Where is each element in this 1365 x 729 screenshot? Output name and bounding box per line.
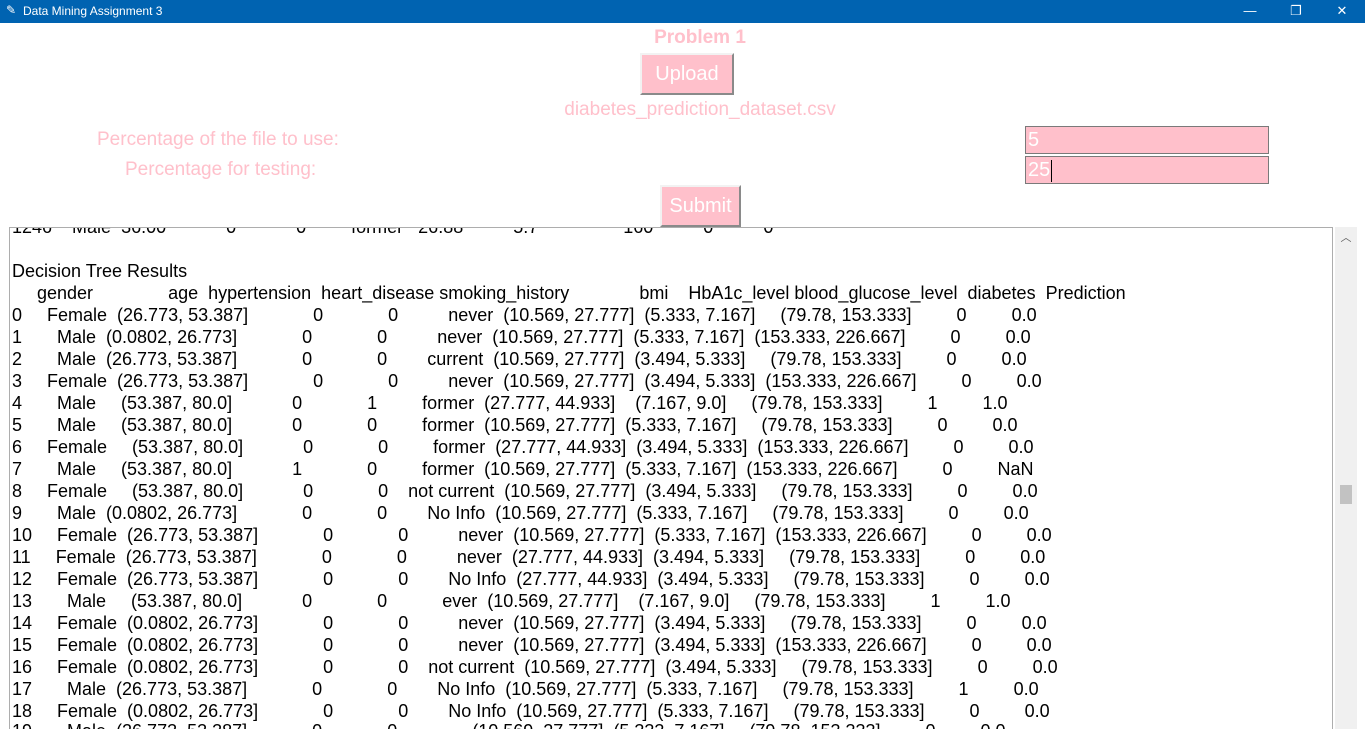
maximize-button[interactable]: ❐: [1273, 0, 1319, 23]
results-row: 2 Male (26.773, 53.387] 0 0 current (10.…: [12, 349, 1027, 369]
submit-button[interactable]: Submit: [660, 185, 741, 227]
scrollbar-thumb[interactable]: [1340, 485, 1352, 504]
feather-icon: ✎: [6, 3, 17, 17]
results-row: 7 Male (53.387, 80.0] 1 0 former (10.569…: [12, 459, 1034, 479]
results-row: 9 Male (0.0802, 26.773] 0 0 No Info (10.…: [12, 503, 1029, 523]
results-row: 14 Female (0.0802, 26.773] 0 0 never (10…: [12, 613, 1047, 633]
results-row: 18 Female (0.0802, 26.773] 0 0 No Info (…: [12, 701, 1050, 721]
file-percentage-input[interactable]: 5: [1025, 126, 1269, 154]
results-row: 11 Female (26.773, 53.387] 0 0 never (27…: [12, 547, 1046, 567]
file-percentage-value: 5: [1028, 129, 1040, 151]
results-row: 8 Female (53.387, 80.0] 0 0 not current …: [12, 481, 1038, 501]
vertical-scrollbar[interactable]: ︿: [1335, 227, 1357, 729]
partial-row-top: 1246 Male 36.00 0 0 former 26.88 5.7 160…: [12, 227, 774, 237]
results-row: 16 Female (0.0802, 26.773] 0 0 not curre…: [12, 657, 1058, 677]
problem-heading: Problem 1: [654, 27, 746, 48]
upload-file-button[interactable]: Upload File: [640, 53, 734, 123]
title-bar: ✎ Data Mining Assignment 3 — ❐ ✕: [0, 0, 1365, 23]
results-row: 17 Male (26.773, 53.387] 0 0 No Info (10…: [12, 679, 1039, 699]
minimize-button[interactable]: —: [1227, 0, 1273, 23]
results-textarea[interactable]: 1246 Male 36.00 0 0 former 26.88 5.7 160…: [9, 227, 1333, 729]
results-row: 5 Male (53.387, 80.0] 0 0 former (10.569…: [12, 415, 1018, 435]
close-button[interactable]: ✕: [1319, 0, 1365, 23]
test-percentage-value: 25: [1028, 159, 1051, 181]
results-row: 0 Female (26.773, 53.387] 0 0 never (10.…: [12, 305, 1037, 325]
test-percentage-label: Percentage for testing:: [125, 159, 317, 180]
test-percentage-input[interactable]: 25: [1025, 156, 1269, 184]
results-row: 15 Female (0.0802, 26.773] 0 0 never (10…: [12, 635, 1052, 655]
partial-row-bottom: 19 Male (26.773, 53.387] 0 0 (10.569, 27…: [12, 720, 1006, 729]
file-percentage-label: Percentage of the file to use:: [97, 129, 339, 150]
window-title: Data Mining Assignment 3: [23, 4, 163, 18]
filename-label: diabetes_prediction_dataset.csv: [564, 99, 836, 120]
results-lines: Decision Tree Results gender age hyperte…: [12, 238, 1332, 722]
results-header-row: gender age hypertension heart_disease sm…: [12, 283, 1126, 303]
scroll-up-arrow-icon[interactable]: ︿: [1335, 229, 1357, 245]
results-row: 3 Female (26.773, 53.387] 0 0 never (10.…: [12, 371, 1042, 391]
results-row: 13 Male (53.387, 80.0] 0 0 ever (10.569,…: [12, 591, 1011, 611]
results-title: Decision Tree Results: [12, 261, 188, 281]
results-row: 1 Male (0.0802, 26.773] 0 0 never (10.56…: [12, 327, 1031, 347]
results-row: [12, 238, 1332, 260]
results-row: 4 Male (53.387, 80.0] 0 1 former (27.777…: [12, 393, 1008, 413]
text-cursor: [1051, 159, 1053, 182]
results-row: 10 Female (26.773, 53.387] 0 0 never (10…: [12, 525, 1052, 545]
results-row: 12 Female (26.773, 53.387] 0 0 No Info (…: [12, 569, 1050, 589]
results-row: 6 Female (53.387, 80.0] 0 0 former (27.7…: [12, 437, 1034, 457]
